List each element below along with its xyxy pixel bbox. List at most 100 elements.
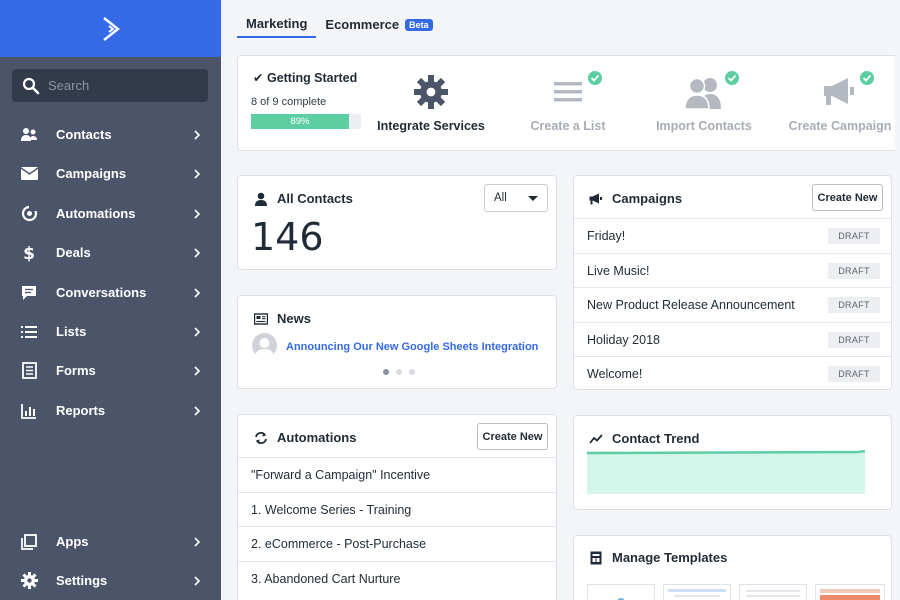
- step-integrate-services[interactable]: Integrate Services: [366, 72, 496, 133]
- campaign-row[interactable]: Welcome! DRAFT: [574, 356, 891, 391]
- contact-trend-chart: [587, 450, 865, 494]
- search-box[interactable]: [12, 69, 208, 102]
- card-header: Manage Templates: [589, 550, 727, 565]
- card-header: Automations: [254, 430, 356, 445]
- tab-label: Ecommerce: [325, 17, 400, 32]
- create-automation-button[interactable]: Create New: [477, 423, 548, 450]
- chevron-right-icon: [194, 287, 201, 298]
- chevron-right-icon: [194, 247, 201, 258]
- card-title: All Contacts: [277, 191, 353, 206]
- campaign-row[interactable]: Friday! DRAFT: [574, 218, 891, 253]
- template-thumbnail[interactable]: [739, 584, 807, 600]
- gear-icon: [20, 572, 38, 590]
- sidebar-item-automations[interactable]: Automations: [0, 194, 221, 233]
- sidebar-item-conversations[interactable]: Conversations: [0, 273, 221, 312]
- sidebar-item-label: Conversations: [56, 285, 147, 300]
- tab-ecommerce[interactable]: Ecommerce Beta: [316, 12, 441, 38]
- card-header: Campaigns: [589, 191, 682, 206]
- sidebar-item-label: Forms: [56, 363, 96, 378]
- sidebar-item-contacts[interactable]: Contacts: [0, 115, 221, 154]
- campaign-row[interactable]: Live Music! DRAFT: [574, 253, 891, 288]
- automations-card: Automations Create New "Forward a Campai…: [237, 414, 557, 600]
- template-thumbnail[interactable]: [663, 584, 731, 600]
- template-thumbnail[interactable]: [815, 584, 885, 600]
- sidebar-item-label: Settings: [56, 573, 108, 588]
- newspaper-icon: [254, 312, 268, 325]
- progress-bar: 89%: [251, 114, 361, 129]
- step-label: Integrate Services: [377, 119, 485, 133]
- status-badge: DRAFT: [828, 366, 880, 382]
- campaign-row[interactable]: Holiday 2018 DRAFT: [574, 322, 891, 357]
- megaphone-icon: [824, 78, 854, 105]
- chevron-right-icon: [194, 365, 201, 376]
- apps-icon: [20, 533, 38, 551]
- automation-row[interactable]: "Forward a Campaign" Incentive: [238, 457, 556, 492]
- carousel-dot-3[interactable]: [409, 369, 415, 375]
- step-import-contacts[interactable]: Import Contacts: [639, 71, 769, 133]
- users-icon: [684, 77, 721, 109]
- campaign-name: Friday!: [587, 229, 626, 243]
- check-icon: [860, 71, 874, 85]
- sidebar-item-reports[interactable]: Reports: [0, 391, 221, 430]
- envelope-icon: [20, 165, 38, 183]
- step-label: Create Campaign: [788, 119, 892, 133]
- search-input[interactable]: [48, 78, 198, 93]
- checkmark-icon: ✔: [253, 71, 264, 85]
- create-campaign-button[interactable]: Create New: [812, 184, 883, 211]
- carousel-dot-1[interactable]: [383, 369, 389, 375]
- tab-marketing[interactable]: Marketing: [237, 12, 317, 38]
- sidebar-item-apps[interactable]: Apps: [0, 522, 221, 561]
- card-title: Automations: [277, 430, 357, 445]
- contact-trend-card: Contact Trend: [573, 415, 892, 510]
- campaign-name: Holiday 2018: [587, 333, 660, 347]
- automation-row[interactable]: 3. Abandoned Cart Nurture: [238, 561, 556, 596]
- step-label: Import Contacts: [656, 119, 752, 133]
- step-create-campaign[interactable]: Create Campaign: [775, 71, 895, 133]
- list-icon: [554, 82, 582, 102]
- campaign-name: New Product Release Announcement: [587, 298, 795, 312]
- getting-started-title-text: Getting Started: [266, 71, 358, 85]
- gear-icon: [414, 75, 448, 109]
- check-icon: [725, 71, 739, 85]
- sidebar-item-settings[interactable]: Settings: [0, 561, 221, 600]
- automations-icon: [20, 205, 38, 223]
- campaigns-card: Campaigns Create New Friday! DRAFT Live M…: [573, 175, 892, 390]
- caret-down-icon: [528, 196, 538, 201]
- chevron-right-icon: [194, 168, 201, 179]
- progress-fill: 89%: [251, 114, 349, 129]
- getting-started-card: ✔ Getting Started 8 of 9 complete 89% In…: [237, 55, 895, 151]
- news-card: News Announcing Our New Google Sheets In…: [237, 295, 557, 389]
- sidebar-item-forms[interactable]: Forms: [0, 351, 221, 390]
- all-contacts-card: All Contacts All 146: [237, 175, 557, 270]
- chevron-right-icon: [194, 575, 201, 586]
- form-icon: [20, 362, 38, 380]
- news-headline-link[interactable]: Announcing Our New Google Sheets Integra…: [286, 341, 538, 353]
- trend-area: [587, 451, 865, 494]
- search-icon: [22, 77, 40, 94]
- step-create-list[interactable]: Create a List: [503, 71, 633, 133]
- carousel-dot-2[interactable]: [396, 369, 402, 375]
- beta-badge: Beta: [405, 18, 433, 31]
- template-thumbnail[interactable]: [587, 584, 655, 600]
- logo-bar[interactable]: [0, 0, 221, 57]
- chevron-right-icon: [194, 536, 201, 547]
- sidebar-item-label: Campaigns: [56, 166, 127, 181]
- campaign-name: Welcome!: [587, 367, 643, 381]
- getting-started-title: ✔ Getting Started: [253, 70, 357, 85]
- sidebar-item-lists[interactable]: Lists: [0, 312, 221, 351]
- sidebar-item-deals[interactable]: $ Deals: [0, 233, 221, 272]
- status-badge: DRAFT: [828, 228, 880, 244]
- status-badge: DRAFT: [828, 297, 880, 313]
- automation-row[interactable]: 2. eCommerce - Post-Purchase: [238, 526, 556, 561]
- contacts-filter-select[interactable]: All: [484, 184, 548, 212]
- sidebar-item-campaigns[interactable]: Campaigns: [0, 154, 221, 193]
- chevron-right-icon: [194, 326, 201, 337]
- card-title: Contact Trend: [612, 431, 700, 446]
- automation-row[interactable]: 1. Welcome Series - Training: [238, 492, 556, 527]
- campaign-name: Live Music!: [587, 264, 650, 278]
- manage-templates-card: Manage Templates: [573, 535, 892, 600]
- dollar-icon: $: [20, 244, 38, 262]
- progress-text: 8 of 9 complete: [251, 96, 327, 108]
- contacts-count: 146: [251, 215, 324, 259]
- campaign-row[interactable]: New Product Release Announcement DRAFT: [574, 287, 891, 322]
